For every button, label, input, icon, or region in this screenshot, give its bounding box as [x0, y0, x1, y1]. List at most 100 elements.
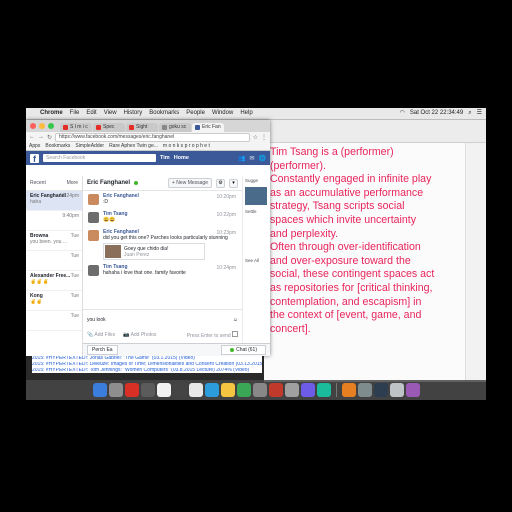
avatar[interactable] — [88, 212, 99, 223]
menu-bookmarks[interactable]: Bookmarks — [149, 108, 179, 119]
avatar[interactable] — [88, 265, 99, 276]
dock-app-icon[interactable] — [284, 383, 299, 397]
shared-link-card[interactable]: Goey que chido dia! Juan Perez — [103, 243, 205, 260]
dock-app-icon[interactable] — [156, 383, 171, 397]
bookmarks-bar: Apps Bookmarks SimpleAdder Rare Aphex Tw… — [26, 142, 270, 151]
conversation-item[interactable]: Eric Fanghanel haha 10:24pm — [26, 191, 82, 211]
browser-tab[interactable]: Sight — [126, 123, 158, 132]
dock-app-icon[interactable] — [124, 383, 139, 397]
avatar[interactable] — [88, 230, 99, 241]
tab-label: Spec — [103, 124, 115, 130]
conversation-item[interactable]: Kong ✌✌ Tue — [26, 291, 82, 311]
bookmark-item[interactable]: SimpleAdder — [75, 142, 104, 150]
editor-text[interactable]: Tim Tsang is a (performer) (performer). … — [270, 146, 476, 336]
dock-app-icon[interactable] — [316, 383, 331, 397]
message: Tim Tsang 😀😀 10:22pm — [83, 209, 242, 227]
url-field[interactable]: https://www.facebook.com/messages/eric.f… — [55, 132, 250, 142]
message: Tim Tsang hahaha i love that one. family… — [83, 262, 242, 280]
star-icon[interactable]: ☆ — [253, 134, 258, 141]
conversation-snippet: ✌✌✌ — [30, 279, 49, 285]
menu-app-name[interactable]: Chrome — [40, 108, 63, 119]
home-link[interactable]: Home — [174, 155, 189, 161]
suggestion-thumbnail[interactable] — [245, 187, 267, 205]
menu-view[interactable]: View — [104, 108, 117, 119]
avatar[interactable] — [88, 194, 99, 205]
link-line[interactable]: 2015: #HYPERTEXTED!: Tom Jennings: "Wome… — [32, 368, 262, 374]
add-photos-button[interactable]: 📷 Add Photos — [123, 332, 156, 338]
bookmark-item[interactable]: m o n k s p r o p h e t — [163, 142, 210, 150]
notifications-icon[interactable]: 🌐 — [259, 155, 266, 162]
message-input[interactable]: you look ☺ — [87, 313, 238, 327]
list-icon[interactable]: ☰ — [477, 108, 482, 119]
bookmark-item[interactable]: Rare Aphex Twin ge... — [109, 142, 158, 150]
more-filter[interactable]: More — [67, 180, 78, 186]
editor-line: and over-exposure toward the — [270, 254, 411, 267]
forward-icon[interactable]: → — [38, 134, 44, 140]
dock-app-icon[interactable] — [268, 383, 283, 397]
dock-separator — [335, 383, 337, 397]
expand-icon[interactable]: ▾ — [229, 178, 238, 188]
menu-edit[interactable]: Edit — [86, 108, 96, 119]
recent-filter[interactable]: Recent — [30, 180, 46, 186]
dock-app-icon[interactable] — [236, 383, 251, 397]
chat-sidebar-button[interactable]: Chat (61) — [221, 345, 266, 355]
friends-icon[interactable]: 👥 — [238, 155, 245, 162]
wifi-icon[interactable]: ◠ — [400, 108, 405, 119]
dock-app-icon[interactable] — [405, 383, 420, 397]
conversation-item[interactable]: Tue — [26, 251, 82, 271]
profile-link[interactable]: Tim — [160, 155, 170, 161]
see-all-link[interactable]: See All — [243, 256, 270, 265]
dock-app-icon[interactable] — [140, 383, 155, 397]
menu-file[interactable]: File — [70, 108, 80, 119]
conversation-item[interactable]: Alexander Free... ✌✌✌ Tue — [26, 271, 82, 291]
dock-app-icon[interactable] — [300, 383, 315, 397]
suggestions-label: Sugge — [245, 178, 259, 183]
settings-gear-icon[interactable]: ⚙ — [216, 178, 225, 188]
conversation-item[interactable]: Tue — [26, 311, 82, 331]
back-icon[interactable]: ← — [29, 134, 35, 140]
facebook-search-input[interactable]: Search Facebook — [43, 154, 156, 162]
dock-app-icon[interactable] — [341, 383, 356, 397]
dock-app-icon[interactable] — [252, 383, 267, 397]
editor-line: Tim Tsang is a (performer) — [270, 146, 394, 158]
dock-app-icon[interactable] — [172, 383, 187, 397]
menu-window[interactable]: Window — [212, 108, 233, 119]
dock-app-icon[interactable] — [92, 383, 107, 397]
press-enter-checkbox[interactable] — [232, 331, 238, 337]
editor-toolbar — [264, 120, 486, 143]
browser-tab[interactable]: goku sc — [159, 123, 191, 132]
add-files-button[interactable]: 📎 Add Files — [87, 332, 115, 338]
dock-app-icon[interactable] — [188, 383, 203, 397]
search-icon[interactable]: ⌕ — [468, 108, 471, 119]
browser-tab[interactable]: Spec — [93, 123, 125, 132]
browser-tab-active[interactable]: Eric Fan — [192, 123, 224, 132]
menu-icon[interactable]: ⋮ — [261, 134, 267, 141]
chat-title[interactable]: Eric Fanghanel — [87, 180, 130, 186]
bookmark-item[interactable]: Bookmarks — [45, 142, 70, 150]
reload-icon[interactable]: ↻ — [47, 134, 52, 141]
menu-people[interactable]: People — [186, 108, 205, 119]
emoji-icon[interactable]: ☺ — [233, 317, 238, 323]
messages-icon[interactable]: ✉ — [249, 155, 254, 162]
menu-history[interactable]: History — [124, 108, 143, 119]
chat-tab[interactable]: Perch Ea — [87, 345, 118, 355]
dock-app-icon[interactable] — [389, 383, 404, 397]
zoom-window-button[interactable] — [48, 123, 54, 129]
dock-app-icon[interactable] — [373, 383, 388, 397]
facebook-logo-icon[interactable]: f — [30, 153, 39, 164]
conversation-item[interactable]: Browna you been. you ... Tue — [26, 231, 82, 251]
menu-help[interactable]: Help — [240, 108, 252, 119]
press-enter-toggle[interactable]: Press Enter to send — [187, 331, 238, 339]
minimize-window-button[interactable] — [39, 123, 45, 129]
dock-app-icon[interactable] — [357, 383, 372, 397]
dock-app-icon[interactable] — [204, 383, 219, 397]
close-window-button[interactable] — [30, 123, 36, 129]
dock-app-icon[interactable] — [108, 383, 123, 397]
clock[interactable]: Sat Oct 22 22:34:49 — [410, 108, 463, 119]
browser-tab[interactable]: S l m i c — [60, 123, 92, 132]
conversation-item[interactable]: 9:40pm — [26, 211, 82, 231]
dock-app-icon[interactable] — [220, 383, 235, 397]
bookmark-item[interactable]: Apps — [29, 142, 40, 150]
new-message-button[interactable]: + New Message — [168, 178, 212, 188]
tab-favicon — [129, 125, 134, 130]
